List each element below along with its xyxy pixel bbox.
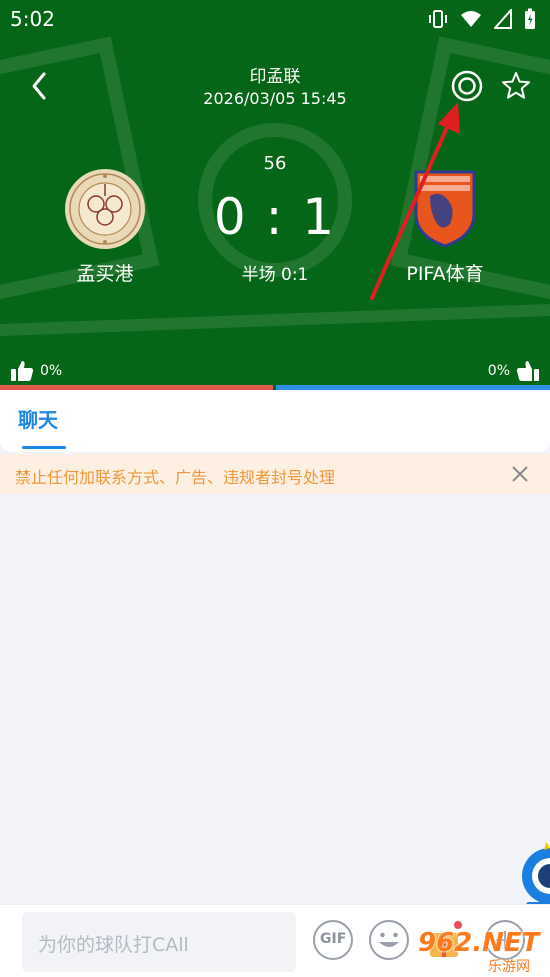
watermark-brand: 962.NET	[418, 928, 540, 958]
tab-chat[interactable]: 聊天	[18, 404, 58, 433]
gif-button[interactable]: GIF	[312, 919, 354, 961]
wifi-icon	[461, 11, 481, 27]
away-like[interactable]: 0%	[488, 360, 540, 382]
online-badge-icon	[522, 842, 550, 914]
emoji-button[interactable]	[368, 919, 410, 961]
battery-icon	[525, 8, 535, 29]
vibrate-icon	[429, 10, 447, 28]
match-header: 5:02 印孟联 2026/03/05 15:45 孟买港 56 0: 1 半…	[0, 0, 550, 390]
chat-input[interactable]: 为你的球队打CAll	[22, 912, 296, 972]
away-like-percent: 0%	[487, 363, 510, 379]
status-time: 5:02	[10, 7, 55, 31]
chat-input-placeholder: 为你的球队打CAll	[38, 934, 189, 956]
thumbs-up-icon	[516, 361, 539, 381]
gif-label: GIF	[320, 931, 347, 947]
signal-icon	[494, 9, 512, 29]
watermark-sub: 乐游网	[488, 959, 530, 975]
tab-active-indicator	[22, 446, 66, 449]
online-float-badge[interactable]: 在线	[520, 832, 550, 917]
site-watermark: 962.NET 乐游网	[410, 928, 550, 977]
tab-bar: 聊天	[0, 390, 550, 452]
notice-text: 禁止任何加联系方式、广告、违规者封号处理	[15, 468, 336, 487]
close-icon[interactable]	[508, 462, 532, 486]
annotation-arrow	[370, 102, 460, 300]
home-like[interactable]: 0%	[10, 360, 62, 382]
live-stream-button[interactable]	[450, 69, 484, 103]
notice-banner: 禁止任何加联系方式、广告、违规者封号处理	[0, 454, 550, 494]
status-bar: 5:02	[0, 0, 550, 38]
home-like-percent: 0%	[40, 363, 63, 379]
chat-message-area[interactable]	[0, 494, 550, 904]
status-icons	[428, 8, 536, 30]
favorite-star-button[interactable]	[500, 70, 532, 102]
thumbs-up-icon	[11, 361, 34, 381]
